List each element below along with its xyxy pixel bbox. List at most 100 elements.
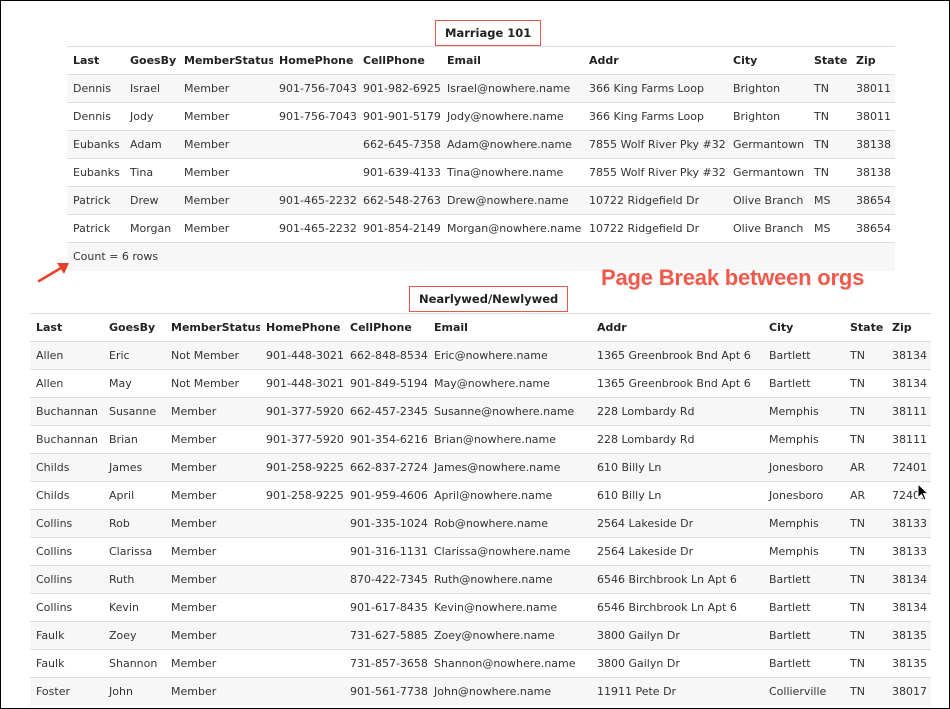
cell-email[interactable]: Morgan@nowhere.name <box>441 214 583 243</box>
col-header-memberstatus[interactable]: MemberStatus <box>178 46 273 75</box>
table-row[interactable]: Eubanks Tina Member 901-639-4133 Tina@nowher… <box>67 158 895 187</box>
cell-goesby: Tina <box>124 158 178 187</box>
table-row[interactable]: Collins Rob Member 901-335-1024 Rob@nowhere.… <box>30 509 931 538</box>
col-header-homephone[interactable]: HomePhone <box>260 313 344 342</box>
cell-email[interactable]: Adam@nowhere.name <box>441 130 583 159</box>
col-header-city[interactable]: City <box>763 313 844 342</box>
cell-last: Collins <box>30 509 103 538</box>
cell-city: Bartlett <box>763 649 844 678</box>
cell-email[interactable]: Rob@nowhere.name <box>428 509 591 538</box>
cell-email[interactable]: John@nowhere.name <box>428 677 591 706</box>
cell-addr: 610 Billy Ln <box>591 453 763 482</box>
cell-homephone <box>260 593 344 622</box>
cell-zip: 38135 <box>886 621 931 650</box>
cell-goesby: John <box>103 677 165 706</box>
col-header-goesby[interactable]: GoesBy <box>124 46 178 75</box>
cell-cellphone: 662-645-7358 <box>357 130 441 159</box>
col-header-goesby[interactable]: GoesBy <box>103 313 165 342</box>
cell-last: Faulk <box>30 621 103 650</box>
cell-email[interactable]: May@nowhere.name <box>428 369 591 398</box>
col-header-zip[interactable]: Zip <box>886 313 931 342</box>
mouse-cursor-icon <box>917 483 929 501</box>
col-header-last[interactable]: Last <box>67 46 124 75</box>
col-header-addr[interactable]: Addr <box>591 313 763 342</box>
cell-cellphone: 901-561-7738 <box>344 677 428 706</box>
cell-addr: 6546 Birchbrook Ln Apt 6 <box>591 593 763 622</box>
cell-addr: 6546 Birchbrook Ln Apt 6 <box>591 565 763 594</box>
col-header-homephone[interactable]: HomePhone <box>273 46 357 75</box>
table-row[interactable]: Dennis Israel Member 901-756-7043 901-982-69… <box>67 74 895 103</box>
cell-cellphone: 901-849-5194 <box>344 369 428 398</box>
table-row[interactable]: Buchannan Susanne Member 901-377-5920 662-45… <box>30 397 931 426</box>
cell-homephone <box>260 677 344 706</box>
cell-email[interactable]: Clarissa@nowhere.name <box>428 537 591 566</box>
col-header-memberstatus[interactable]: MemberStatus <box>165 313 260 342</box>
col-header-email[interactable]: Email <box>428 313 591 342</box>
cell-email[interactable]: James@nowhere.name <box>428 453 591 482</box>
cell-homephone <box>260 509 344 538</box>
table-row[interactable]: Childs James Member 901-258-9225 662-837-272… <box>30 453 931 482</box>
col-header-zip[interactable]: Zip <box>850 46 895 75</box>
cell-state: TN <box>844 397 886 426</box>
cell-last: Collins <box>30 565 103 594</box>
cell-email[interactable]: Jody@nowhere.name <box>441 102 583 131</box>
cell-city: Bartlett <box>763 593 844 622</box>
cell-state: TN <box>844 621 886 650</box>
cell-last: Allen <box>30 341 103 370</box>
col-header-city[interactable]: City <box>727 46 808 75</box>
cell-city: Germantown <box>727 130 808 159</box>
table-row[interactable]: Faulk Shannon Member 731-857-3658 Shannon@no… <box>30 649 931 678</box>
table-body: Dennis Israel Member 901-756-7043 901-982-69… <box>67 74 895 243</box>
cell-email[interactable]: Kevin@nowhere.name <box>428 593 591 622</box>
cell-city: Olive Branch <box>727 214 808 243</box>
col-header-last[interactable]: Last <box>30 313 103 342</box>
table-row[interactable]: Faulk Zoey Member 731-627-5885 Zoey@nowhere.… <box>30 621 931 650</box>
table-row[interactable]: Collins Ruth Member 870-422-7345 Ruth@nowher… <box>30 565 931 594</box>
cell-memberstatus: Member <box>165 621 260 650</box>
cell-email[interactable]: Israel@nowhere.name <box>441 74 583 103</box>
cell-city: Germantown <box>727 158 808 187</box>
cell-email[interactable]: April@nowhere.name <box>428 481 591 510</box>
table-row[interactable]: Allen Eric Not Member 901-448-3021 662-848-8… <box>30 341 931 370</box>
col-header-state[interactable]: State <box>808 46 850 75</box>
cell-email[interactable]: Zoey@nowhere.name <box>428 621 591 650</box>
table-row[interactable]: Collins Kevin Member 901-617-8435 Kevin@nowh… <box>30 593 931 622</box>
table-row[interactable]: Childs April Member 901-258-9225 901-959-460… <box>30 481 931 510</box>
cell-homephone <box>273 130 357 159</box>
cell-homephone <box>260 649 344 678</box>
table-row[interactable]: Foster John Member 901-561-7738 John@nowhere… <box>30 677 931 706</box>
cell-state: TN <box>808 102 850 131</box>
table-row[interactable]: Dennis Jody Member 901-756-7043 901-901-5179… <box>67 102 895 131</box>
table-row[interactable]: Collins Clarissa Member 901-316-1131 Clariss… <box>30 537 931 566</box>
cell-cellphone: 662-848-8534 <box>344 341 428 370</box>
cell-goesby: Kevin <box>103 593 165 622</box>
table-row[interactable]: Patrick Morgan Member 901-465-2232 901-854-2… <box>67 214 895 243</box>
table-row[interactable]: Allen May Not Member 901-448-3021 901-849-51… <box>30 369 931 398</box>
cell-email[interactable]: Shannon@nowhere.name <box>428 649 591 678</box>
col-header-cellphone[interactable]: CellPhone <box>344 313 428 342</box>
cell-cellphone: 901-335-1024 <box>344 509 428 538</box>
cell-state: TN <box>844 341 886 370</box>
col-header-cellphone[interactable]: CellPhone <box>357 46 441 75</box>
cell-cellphone: 901-901-5179 <box>357 102 441 131</box>
col-header-email[interactable]: Email <box>441 46 583 75</box>
cell-email[interactable]: Tina@nowhere.name <box>441 158 583 187</box>
cell-email[interactable]: Ruth@nowhere.name <box>428 565 591 594</box>
cell-zip: 38133 <box>886 509 931 538</box>
col-header-addr[interactable]: Addr <box>583 46 727 75</box>
cell-addr: 1365 Greenbrook Bnd Apt 6 <box>591 369 763 398</box>
cell-email[interactable]: Eric@nowhere.name <box>428 341 591 370</box>
table-row[interactable]: Eubanks Adam Member 662-645-7358 Adam@nowher… <box>67 130 895 159</box>
cell-addr: 2564 Lakeside Dr <box>591 509 763 538</box>
cell-homephone: 901-258-9225 <box>260 453 344 482</box>
table-row[interactable]: Patrick Drew Member 901-465-2232 662-548-276… <box>67 186 895 215</box>
cell-email[interactable]: Susanne@nowhere.name <box>428 397 591 426</box>
table-row[interactable]: Buchannan Brian Member 901-377-5920 901-354-… <box>30 425 931 454</box>
members-table-marriage-101: Last GoesBy MemberStatus HomePhone CellP… <box>67 46 895 271</box>
cell-email[interactable]: Drew@nowhere.name <box>441 186 583 215</box>
cell-goesby: Morgan <box>124 214 178 243</box>
cell-email[interactable]: Brian@nowhere.name <box>428 425 591 454</box>
cell-homephone: 901-377-5920 <box>260 397 344 426</box>
cell-homephone: 901-448-3021 <box>260 369 344 398</box>
col-header-state[interactable]: State <box>844 313 886 342</box>
